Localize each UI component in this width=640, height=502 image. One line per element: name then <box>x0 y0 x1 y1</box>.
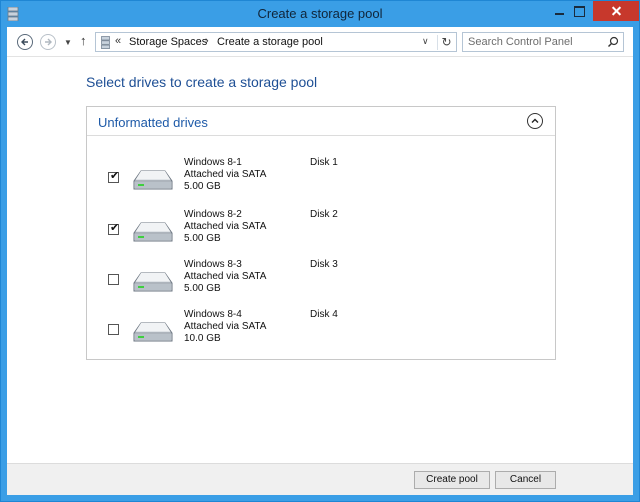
drive-checkbox[interactable]: ✔ <box>108 170 120 183</box>
forward-button[interactable] <box>40 34 56 50</box>
drive-disk: Disk 4 <box>310 309 338 320</box>
breadcrumb-item-storage-spaces[interactable]: Storage Spaces <box>129 36 207 48</box>
hard-drive-icon <box>133 222 173 242</box>
close-button[interactable] <box>593 1 639 21</box>
checkmark-icon: ✔ <box>110 222 120 234</box>
drive-bus: Attached via SATA <box>184 221 267 232</box>
back-button[interactable] <box>17 34 33 50</box>
drive-row[interactable]: ✔ Windows 8-1 Attached via SATA 5.00 GB … <box>87 157 555 203</box>
refresh-icon[interactable]: ↻ <box>437 35 455 50</box>
dialog-footer: Create pool Cancel <box>7 463 633 495</box>
drive-bus: Attached via SATA <box>184 169 267 180</box>
drive-disk: Disk 2 <box>310 209 338 220</box>
address-dropdown[interactable]: ∨ <box>422 36 429 47</box>
maximize-button[interactable] <box>569 1 591 21</box>
storage-spaces-icon <box>101 36 110 49</box>
drive-row[interactable]: Windows 8-4 Attached via SATA 10.0 GB Di… <box>87 309 555 355</box>
drive-checkbox[interactable] <box>108 324 119 335</box>
group-header: Unformatted drives <box>87 107 555 136</box>
back-arrow-icon <box>21 38 28 46</box>
navigation-bar: ▼ ↑ « Storage Spaces › Create a storage … <box>7 27 633 57</box>
checkmark-icon: ✔ <box>110 170 120 182</box>
page-title: Select drives to create a storage pool <box>86 74 318 90</box>
hard-drive-icon <box>133 272 173 292</box>
breadcrumb-item-create-pool[interactable]: Create a storage pool <box>217 36 323 48</box>
drive-size: 5.00 GB <box>184 181 221 192</box>
collapse-button[interactable] <box>527 113 543 129</box>
search-box <box>462 32 624 52</box>
drive-size: 10.0 GB <box>184 333 221 344</box>
drive-disk: Disk 3 <box>310 259 338 270</box>
search-icon[interactable] <box>607 36 619 48</box>
breadcrumb-separator[interactable]: › <box>205 35 209 47</box>
chevron-up-icon <box>531 118 539 123</box>
minimize-button[interactable] <box>546 1 568 21</box>
hard-drive-icon <box>133 322 173 342</box>
drive-checkbox[interactable]: ✔ <box>108 222 120 235</box>
cancel-button[interactable]: Cancel <box>495 471 556 489</box>
up-arrow-icon[interactable]: ↑ <box>80 33 87 48</box>
title-bar[interactable]: Create a storage pool <box>1 1 639 27</box>
client-area: ▼ ↑ « Storage Spaces › Create a storage … <box>7 27 633 495</box>
search-input[interactable] <box>463 33 603 51</box>
drive-size: 5.00 GB <box>184 283 221 294</box>
breadcrumb[interactable]: « Storage Spaces › Create a storage pool… <box>95 32 457 52</box>
drive-name: Windows 8-3 <box>184 259 242 270</box>
drive-row[interactable]: ✔ Windows 8-2 Attached via SATA 5.00 GB … <box>87 209 555 255</box>
hard-drive-icon <box>133 170 173 190</box>
drive-bus: Attached via SATA <box>184 271 267 282</box>
drive-name: Windows 8-2 <box>184 209 242 220</box>
drive-checkbox[interactable] <box>108 274 119 285</box>
breadcrumb-overflow[interactable]: « <box>115 35 121 47</box>
drive-disk: Disk 1 <box>310 157 338 168</box>
window: Create a storage pool ▼ ↑ « Storage Spac… <box>0 0 640 502</box>
drive-row[interactable]: Windows 8-3 Attached via SATA 5.00 GB Di… <box>87 259 555 305</box>
drive-size: 5.00 GB <box>184 233 221 244</box>
create-pool-button[interactable]: Create pool <box>414 471 490 489</box>
recent-pages-dropdown[interactable]: ▼ <box>64 38 72 47</box>
drive-bus: Attached via SATA <box>184 321 267 332</box>
group-title: Unformatted drives <box>98 115 208 130</box>
forward-arrow-icon <box>45 38 52 46</box>
drive-name: Windows 8-1 <box>184 157 242 168</box>
drive-name: Windows 8-4 <box>184 309 242 320</box>
window-title: Create a storage pool <box>257 6 383 21</box>
drive-group: Unformatted drives ✔ Windows 8-1 Attache… <box>86 106 556 360</box>
